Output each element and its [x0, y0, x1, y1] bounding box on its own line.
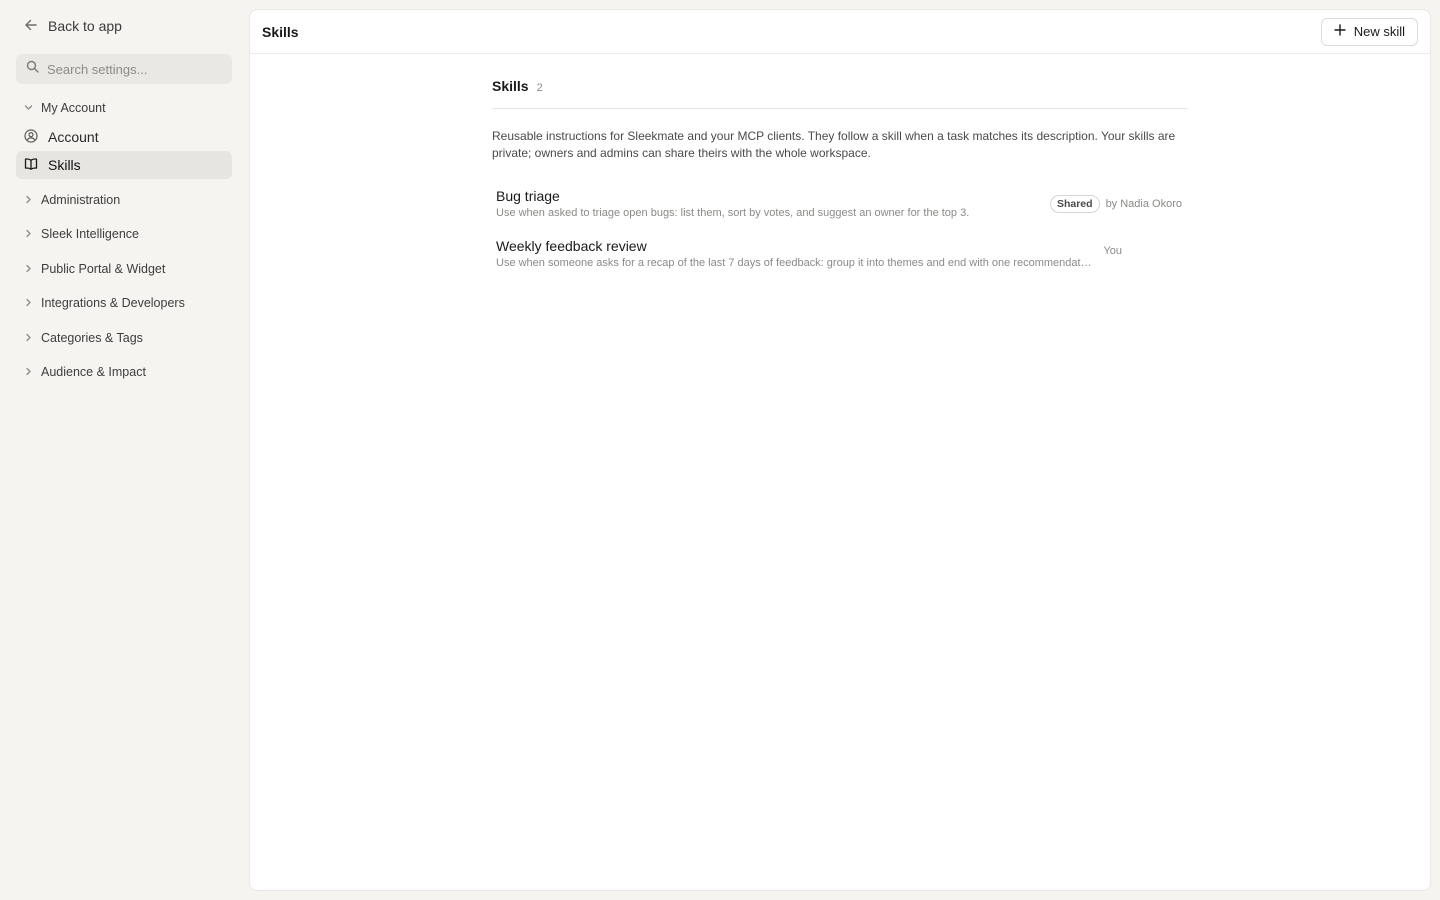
search-icon: [26, 60, 39, 78]
chevron-right-icon: [24, 227, 33, 241]
section-title: Skills: [492, 78, 529, 94]
group-label: Integrations & Developers: [41, 296, 185, 310]
main-panel: Skills New skill Skills 2 Reusable instr…: [249, 9, 1431, 891]
sidebar-item-account[interactable]: Account: [16, 123, 232, 151]
settings-search[interactable]: [16, 54, 232, 84]
skill-description: Use when asked to triage open bugs: list…: [496, 207, 970, 219]
skill-row[interactable]: Bug triage Use when asked to triage open…: [492, 183, 1188, 233]
book-open-icon: [24, 157, 38, 174]
skill-description: Use when someone asks for a recap of the…: [496, 257, 1093, 269]
group-administration[interactable]: Administration: [16, 188, 232, 212]
sidebar-item-skills[interactable]: Skills: [16, 151, 232, 179]
group-label: My Account: [41, 101, 106, 115]
sidebar-item-label: Skills: [48, 157, 81, 173]
chevron-right-icon: [24, 331, 33, 345]
group-public-portal-widget[interactable]: Public Portal & Widget: [16, 257, 232, 281]
skills-list: Bug triage Use when asked to triage open…: [492, 183, 1188, 283]
page-title: Skills: [262, 23, 299, 40]
skill-name: Bug triage: [496, 188, 560, 204]
section-header: Skills 2: [492, 78, 1188, 109]
chevron-right-icon: [24, 296, 33, 310]
group-categories-tags[interactable]: Categories & Tags: [16, 326, 232, 350]
group-audience-impact[interactable]: Audience & Impact: [16, 360, 232, 384]
group-sleek-intelligence[interactable]: Sleek Intelligence: [16, 222, 232, 246]
skill-row[interactable]: Weekly feedback review Use when someone …: [492, 233, 1188, 283]
skill-owner: You: [1103, 245, 1122, 257]
chevron-down-icon: [24, 101, 33, 115]
user-circle-icon: [24, 128, 38, 146]
plus-icon: [1334, 24, 1346, 39]
shared-badge: Shared: [1049, 195, 1100, 213]
skill-meta: Shared by Nadia Okoro: [1049, 195, 1182, 213]
back-to-app-link[interactable]: Back to app: [16, 14, 122, 38]
group-my-account[interactable]: My Account: [16, 96, 232, 120]
chevron-right-icon: [24, 365, 33, 379]
section-description: Reusable instructions for Sleekmate and …: [492, 129, 1176, 160]
back-to-app-label: Back to app: [48, 18, 122, 34]
arrow-left-icon: [24, 18, 38, 35]
skill-name: Weekly feedback review: [496, 238, 647, 254]
settings-sidebar: Back to app My Account Account Skills Ad…: [0, 0, 248, 900]
group-label: Public Portal & Widget: [41, 262, 166, 276]
group-label: Sleek Intelligence: [41, 227, 139, 241]
search-input[interactable]: [47, 61, 217, 77]
new-skill-button[interactable]: New skill: [1320, 17, 1418, 46]
chevron-right-icon: [24, 262, 33, 276]
skill-owner: by Nadia Okoro: [1105, 198, 1182, 210]
skills-section: Skills 2 Reusable instructions for Sleek…: [492, 78, 1188, 283]
new-skill-label: New skill: [1353, 24, 1405, 39]
group-label: Categories & Tags: [41, 331, 143, 345]
sidebar-item-label: Account: [48, 129, 99, 145]
top-bar: Skills New skill: [250, 10, 1430, 54]
group-integrations-developers[interactable]: Integrations & Developers: [16, 291, 232, 315]
group-label: Administration: [41, 193, 121, 207]
skill-meta: You: [1103, 245, 1122, 257]
chevron-right-icon: [24, 193, 33, 207]
skills-count: 2: [536, 82, 543, 94]
group-label: Audience & Impact: [41, 365, 146, 379]
